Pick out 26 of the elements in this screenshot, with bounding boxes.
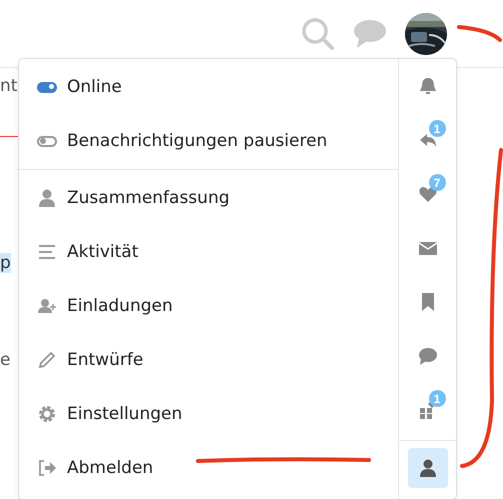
menu-item[interactable]: Einstellungen <box>19 387 398 441</box>
list-icon <box>37 242 57 262</box>
count-badge: 1 <box>428 390 446 407</box>
person-icon <box>418 458 438 478</box>
status-toggle-item[interactable]: Benachrichtigungen pausieren <box>19 114 398 168</box>
count-badge: 1 <box>428 120 446 137</box>
menu-item[interactable]: Aktivität <box>19 225 398 279</box>
menu-tab[interactable] <box>408 448 448 488</box>
count-badge: 7 <box>428 174 446 191</box>
status-toggle-item[interactable]: Online <box>19 60 398 114</box>
menu-item[interactable]: Abmelden <box>19 441 398 495</box>
chat-icon <box>418 346 438 366</box>
pencil-icon <box>37 350 57 370</box>
menu-item[interactable]: Einladungen <box>19 279 398 333</box>
text-fragment: p <box>0 253 11 273</box>
settings-icon <box>37 404 57 424</box>
menu-item[interactable]: Entwürfe <box>19 333 398 387</box>
menu-item[interactable]: Zusammenfassung <box>19 171 398 225</box>
toggle-switch[interactable] <box>37 136 57 146</box>
person-icon <box>37 188 57 208</box>
sign-out-icon <box>37 458 57 478</box>
text-fragment: nt <box>0 76 18 96</box>
text-fragment: e <box>0 350 10 370</box>
bell-icon <box>418 76 438 96</box>
toggle-switch[interactable] <box>37 82 57 92</box>
person-plus-icon <box>37 296 57 316</box>
